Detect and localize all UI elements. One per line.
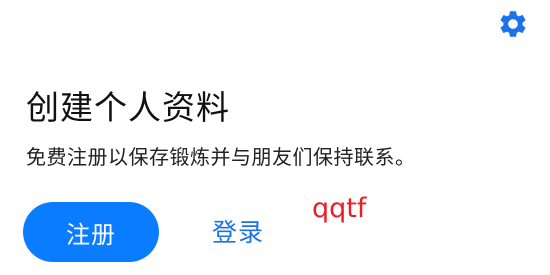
- gear-icon: [500, 11, 526, 37]
- register-button[interactable]: 注册: [23, 202, 159, 262]
- settings-button[interactable]: [495, 6, 531, 42]
- page-subtitle: 免费注册以保存锻炼并与朋友们保持联系。: [26, 145, 416, 169]
- handwritten-annotation: qqtf: [312, 193, 367, 224]
- login-link[interactable]: 登录: [212, 214, 264, 252]
- page-title: 创建个人资料: [26, 88, 230, 127]
